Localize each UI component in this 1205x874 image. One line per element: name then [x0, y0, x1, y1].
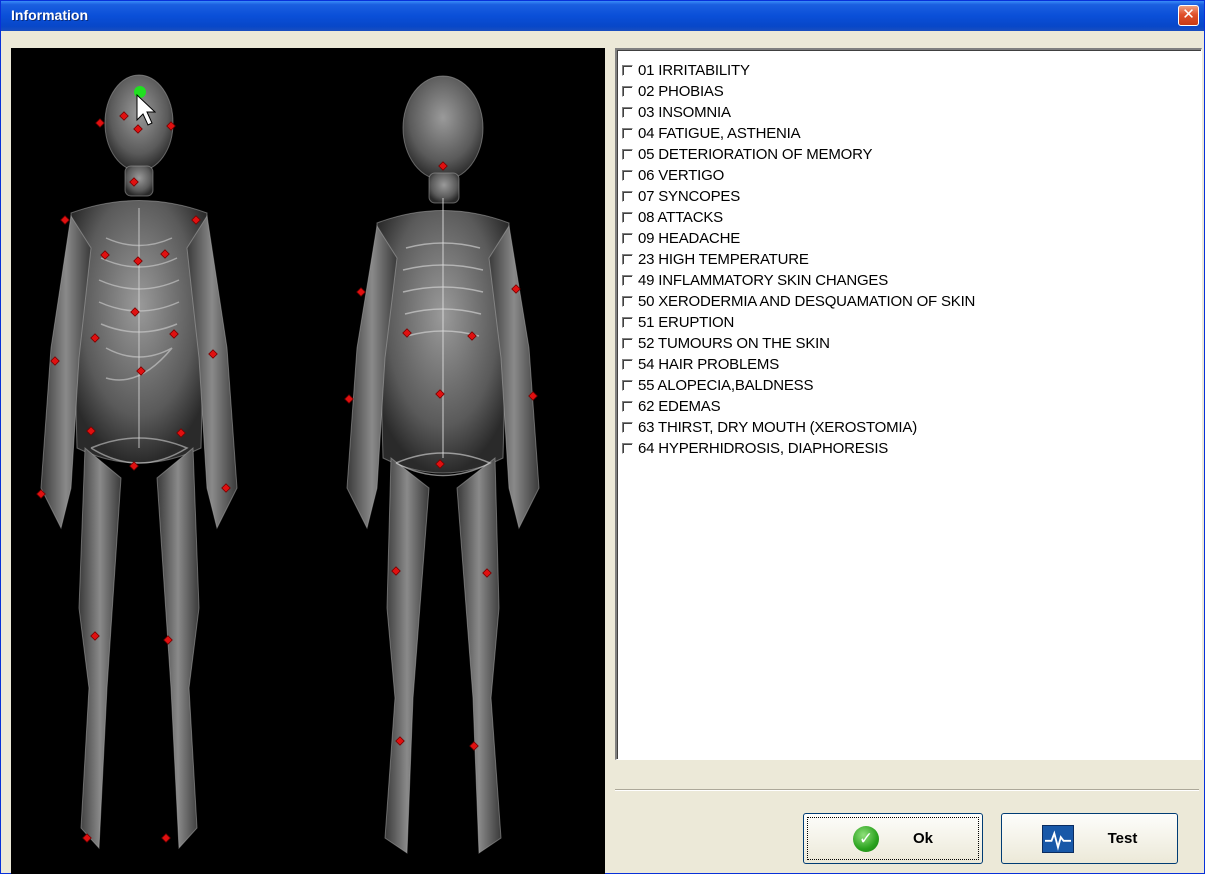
- symptom-checkbox[interactable]: [622, 338, 633, 349]
- selected-point-marker[interactable]: [134, 86, 146, 98]
- symptom-label: 09 HEADACHE: [638, 230, 741, 247]
- symptom-item[interactable]: 51 ERUPTION: [622, 312, 1201, 333]
- symptom-item[interactable]: 07 SYNCOPES: [622, 186, 1201, 207]
- acupoint-marker[interactable]: [60, 215, 70, 225]
- symptom-item[interactable]: 54 HAIR PROBLEMS: [622, 354, 1201, 375]
- symptom-label: 08 ATTACKS: [638, 209, 723, 226]
- symptom-checkbox[interactable]: [622, 65, 633, 76]
- symptom-checkbox[interactable]: [622, 443, 633, 454]
- symptom-item[interactable]: 55 ALOPECIA,BALDNESS: [622, 375, 1201, 396]
- symptom-checkbox[interactable]: [622, 275, 633, 286]
- symptom-item[interactable]: 50 XERODERMIA AND DESQUAMATION OF SKIN: [622, 291, 1201, 312]
- body-map-svg: [36, 74, 540, 854]
- test-button-label: Test: [1107, 830, 1138, 847]
- monitor-pulse-icon: [1041, 824, 1074, 853]
- symptom-checkbox[interactable]: [622, 233, 633, 244]
- symptom-item[interactable]: 09 HEADACHE: [622, 228, 1201, 249]
- symptom-label: 49 INFLAMMATORY SKIN CHANGES: [638, 272, 889, 289]
- title-bar[interactable]: Information ✕: [1, 1, 1204, 31]
- symptom-item[interactable]: 02 PHOBIAS: [622, 81, 1201, 102]
- symptom-item[interactable]: 05 DETERIORATION OF MEMORY: [622, 144, 1201, 165]
- symptom-label: 55 ALOPECIA,BALDNESS: [638, 377, 814, 394]
- symptom-item[interactable]: 52 TUMOURS ON THE SKIN: [622, 333, 1201, 354]
- symptom-checkbox[interactable]: [622, 149, 633, 160]
- check-icon: ✓: [852, 825, 879, 852]
- symptom-label: 63 THIRST, DRY MOUTH (XEROSTOMIA): [638, 419, 918, 436]
- symptom-checkbox[interactable]: [622, 107, 633, 118]
- symptom-item[interactable]: 01 IRRITABILITY: [622, 60, 1201, 81]
- symptom-checkbox[interactable]: [622, 296, 633, 307]
- symptom-label: 51 ERUPTION: [638, 314, 735, 331]
- symptom-item[interactable]: 08 ATTACKS: [622, 207, 1201, 228]
- symptom-item[interactable]: 62 EDEMAS: [622, 396, 1201, 417]
- symptom-label: 02 PHOBIAS: [638, 83, 724, 100]
- body-map-image[interactable]: [11, 48, 605, 874]
- close-button[interactable]: ✕: [1178, 5, 1199, 26]
- symptom-label: 06 VERTIGO: [638, 167, 725, 184]
- symptom-label: 01 IRRITABILITY: [638, 62, 750, 79]
- symptom-item[interactable]: 63 THIRST, DRY MOUTH (XEROSTOMIA): [622, 417, 1201, 438]
- symptom-item[interactable]: 04 FATIGUE, ASTHENIA: [622, 123, 1201, 144]
- acupoint-marker[interactable]: [344, 394, 354, 404]
- symptom-checkbox[interactable]: [622, 212, 633, 223]
- symptom-label: 54 HAIR PROBLEMS: [638, 356, 780, 373]
- symptom-item[interactable]: 23 HIGH TEMPERATURE: [622, 249, 1201, 270]
- symptom-checklist[interactable]: 01 IRRITABILITY 02 PHOBIAS 03 INSOMNIA 04 F…: [615, 48, 1202, 760]
- symptom-item[interactable]: 03 INSOMNIA: [622, 102, 1201, 123]
- symptom-label: 23 HIGH TEMPERATURE: [638, 251, 809, 268]
- symptom-label: 07 SYNCOPES: [638, 188, 741, 205]
- front-body-figure: [40, 74, 238, 850]
- symptom-checkbox[interactable]: [622, 380, 633, 391]
- symptom-checkbox[interactable]: [622, 170, 633, 181]
- acupoint-marker[interactable]: [95, 118, 105, 128]
- symptom-label: 04 FATIGUE, ASTHENIA: [638, 125, 801, 142]
- test-button[interactable]: Test: [1001, 813, 1178, 864]
- window-title: Information: [11, 7, 88, 23]
- symptom-checkbox[interactable]: [622, 86, 633, 97]
- symptom-checkbox[interactable]: [622, 422, 633, 433]
- symptom-item[interactable]: 64 HYPERHIDROSIS, DIAPHORESIS: [622, 438, 1201, 459]
- symptom-label: 05 DETERIORATION OF MEMORY: [638, 146, 873, 163]
- ok-button[interactable]: ✓ Ok: [803, 813, 983, 864]
- symptom-checkbox[interactable]: [622, 191, 633, 202]
- acupoint-marker[interactable]: [161, 833, 171, 843]
- symptom-label: 64 HYPERHIDROSIS, DIAPHORESIS: [638, 440, 889, 457]
- close-icon: ✕: [1182, 6, 1195, 23]
- symptom-checkbox[interactable]: [622, 359, 633, 370]
- information-dialog: Information ✕ 01 IRRITABILITY 02 PHOBIAS…: [0, 0, 1205, 874]
- symptom-checkbox[interactable]: [622, 254, 633, 265]
- symptom-item[interactable]: 49 INFLAMMATORY SKIN CHANGES: [622, 270, 1201, 291]
- symptom-label: 52 TUMOURS ON THE SKIN: [638, 335, 830, 352]
- symptom-label: 62 EDEMAS: [638, 398, 721, 415]
- symptom-item[interactable]: 06 VERTIGO: [622, 165, 1201, 186]
- symptom-checkbox[interactable]: [622, 317, 633, 328]
- ok-button-label: Ok: [912, 830, 933, 847]
- acupoint-marker[interactable]: [356, 287, 366, 297]
- symptom-checkbox[interactable]: [622, 128, 633, 139]
- button-separator: [615, 789, 1199, 791]
- symptom-label: 50 XERODERMIA AND DESQUAMATION OF SKIN: [638, 293, 976, 310]
- symptom-label: 03 INSOMNIA: [638, 104, 731, 121]
- symptom-checkbox[interactable]: [622, 401, 633, 412]
